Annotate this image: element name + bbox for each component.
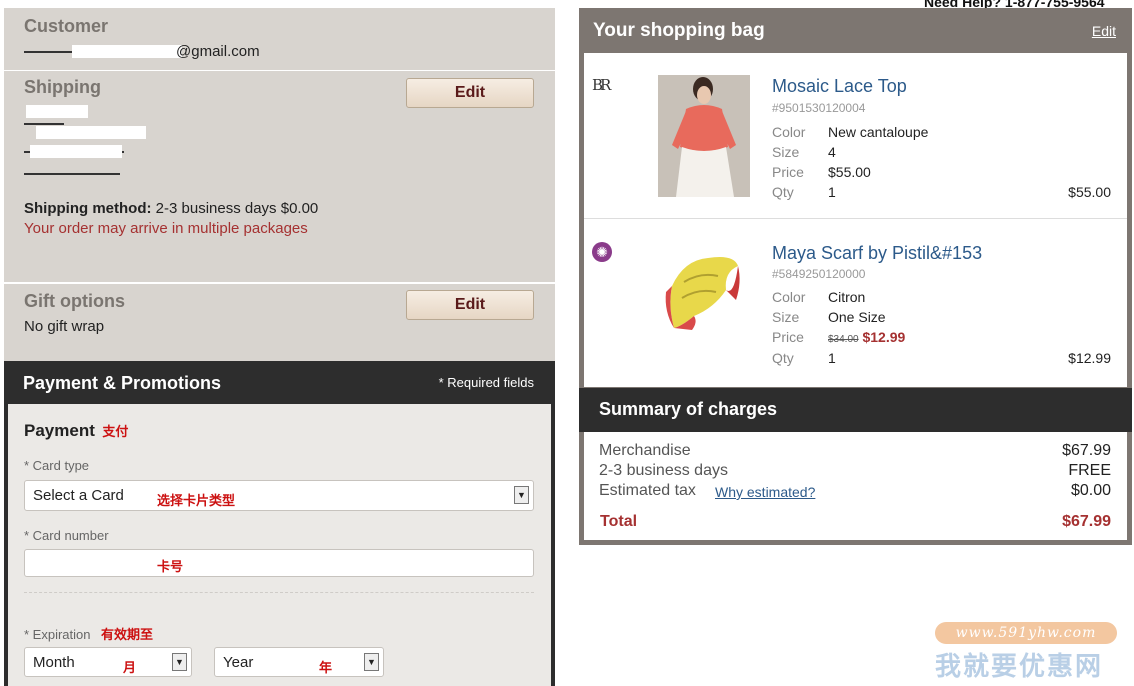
expiration-cn: 有效期至	[100, 627, 153, 642]
shipping-notice: Your order may arrive in multiple packag…	[24, 220, 308, 237]
month-value: Month	[33, 654, 75, 671]
payment-form: Payment 支付 * Card type Select a Card 选择卡…	[8, 404, 551, 686]
item-image-lace-top	[658, 75, 750, 197]
shipping-edit-button[interactable]: Edit	[406, 78, 534, 108]
shipping-method: Shipping method: 2-3 business days $0.00	[24, 200, 318, 217]
card-number-label: * Card number	[24, 528, 109, 543]
customer-title: Customer	[24, 16, 109, 36]
customer-section: Customer @gmail.com	[4, 8, 555, 70]
payment-title: Payment 支付	[24, 421, 128, 441]
why-estimated-link[interactable]: Why estimated?	[715, 484, 815, 500]
attr-label: Qty	[772, 184, 794, 200]
form-divider	[24, 592, 534, 593]
summary-title: Summary of charges	[599, 399, 778, 419]
old-price: $34.00	[828, 334, 859, 345]
card-type-dropdown-icon[interactable]: ▼	[514, 486, 529, 504]
attr-label: Price	[772, 164, 804, 180]
shipping-method-label: Shipping method:	[24, 200, 152, 217]
shipping-method-value: 2-3 business days $0.00	[155, 200, 319, 217]
year-dropdown-icon[interactable]: ▼	[364, 653, 379, 671]
customer-email-redacted	[24, 41, 184, 59]
expiration-label-row: * Expiration 有效期至	[24, 624, 153, 644]
card-type-label: * Card type	[24, 458, 90, 473]
attr-value: Citron	[828, 289, 866, 305]
shipping-address-redacted	[24, 103, 164, 183]
summary-row-value: $67.99	[1062, 442, 1111, 459]
item-sku: #9501530120004	[772, 101, 866, 115]
attr-label: Qty	[772, 350, 794, 366]
customer-email: @gmail.com	[176, 43, 260, 60]
year-value: Year	[223, 654, 254, 671]
watermark-url: www.591yhw.com	[935, 622, 1117, 644]
summary-row-label: 2-3 business days	[599, 462, 728, 479]
gift-value: No gift wrap	[24, 318, 105, 335]
shipping-section: Shipping Edit Shipping method: 2-3 busin…	[4, 71, 555, 282]
payment-promotions-header: Payment & Promotions * Required fields	[4, 361, 555, 404]
summary-row-label: Merchandise	[599, 442, 691, 459]
attr-label: Size	[772, 309, 800, 325]
expiration-year-select[interactable]: Year 年 ▼	[214, 647, 384, 677]
card-type-cn: 选择卡片类型	[157, 493, 236, 508]
attr-value: 1	[828, 350, 836, 366]
shopping-bag-edit-link[interactable]: Edit	[1092, 23, 1116, 39]
brand-pistil-icon: ✺	[592, 242, 612, 262]
attr-label: Color	[772, 289, 806, 305]
bag-item: ✺ Maya Scarf by Pistil&#153 #58492501200…	[584, 220, 1127, 387]
card-type-value: Select a Card	[33, 487, 124, 504]
summary-total-label: Total	[600, 513, 638, 530]
attr-label: Color	[772, 124, 806, 140]
gift-section: Gift options Edit No gift wrap	[4, 284, 555, 361]
summary-row-label: Estimated tax	[599, 482, 696, 499]
summary-header: Summary of charges	[579, 388, 1132, 432]
card-number-cn: 卡号	[157, 559, 184, 574]
expiration-month-select[interactable]: Month 月 ▼	[24, 647, 192, 677]
sale-price: $34.00 $12.99	[828, 329, 905, 345]
gift-title: Gift options	[24, 291, 125, 311]
item-total: $55.00	[1068, 184, 1111, 200]
watermark-text: 我就要优惠网	[935, 651, 1104, 681]
shipping-title: Shipping	[24, 77, 101, 97]
item-name[interactable]: Mosaic Lace Top	[772, 76, 907, 97]
shopping-bag-panel: Your shopping bag Edit BR Mosaic Lace To…	[579, 8, 1132, 545]
gift-edit-button[interactable]: Edit	[406, 290, 534, 320]
attr-value: New cantaloupe	[828, 124, 929, 140]
summary-row-value: $0.00	[1070, 482, 1111, 499]
attr-value: One Size	[828, 309, 886, 325]
shopping-bag-title: Your shopping bag	[593, 20, 765, 41]
summary-body: Merchandise $67.99 2-3 business days FRE…	[584, 432, 1127, 540]
item-image-scarf	[664, 242, 744, 332]
brand-br-icon: BR	[592, 76, 611, 94]
bag-item: BR Mosaic Lace Top #9501530120004 Color …	[584, 53, 1127, 219]
payment-promotions-title: Payment & Promotions	[23, 373, 222, 393]
card-type-select[interactable]: Select a Card 选择卡片类型 ▼	[24, 480, 534, 511]
attr-value: 4	[828, 144, 836, 160]
item-total: $12.99	[1068, 350, 1111, 366]
attr-label: Size	[772, 144, 800, 160]
summary-total-value: $67.99	[1062, 513, 1111, 530]
brand-pistil-glyph: ✺	[596, 244, 608, 260]
expiration-label: * Expiration	[24, 627, 91, 642]
payment-title-cn: 支付	[102, 424, 129, 439]
summary-row-value: FREE	[1068, 462, 1111, 479]
attr-value: $55.00	[828, 164, 871, 180]
card-number-input[interactable]: 卡号	[24, 549, 534, 577]
payment-panel: Payment 支付 * Card type Select a Card 选择卡…	[4, 404, 555, 686]
month-cn: 月	[123, 660, 137, 675]
item-sku: #5849250120000	[772, 267, 866, 281]
month-dropdown-icon[interactable]: ▼	[172, 653, 187, 671]
item-name[interactable]: Maya Scarf by Pistil&#153	[772, 243, 982, 264]
attr-label: Price	[772, 329, 804, 345]
year-cn: 年	[319, 660, 333, 675]
bag-item-list: BR Mosaic Lace Top #9501530120004 Color …	[584, 53, 1127, 387]
new-price: $12.99	[862, 329, 906, 345]
attr-value: 1	[828, 184, 836, 200]
required-fields-note: * Required fields	[438, 375, 534, 390]
payment-title-text: Payment	[24, 421, 95, 440]
